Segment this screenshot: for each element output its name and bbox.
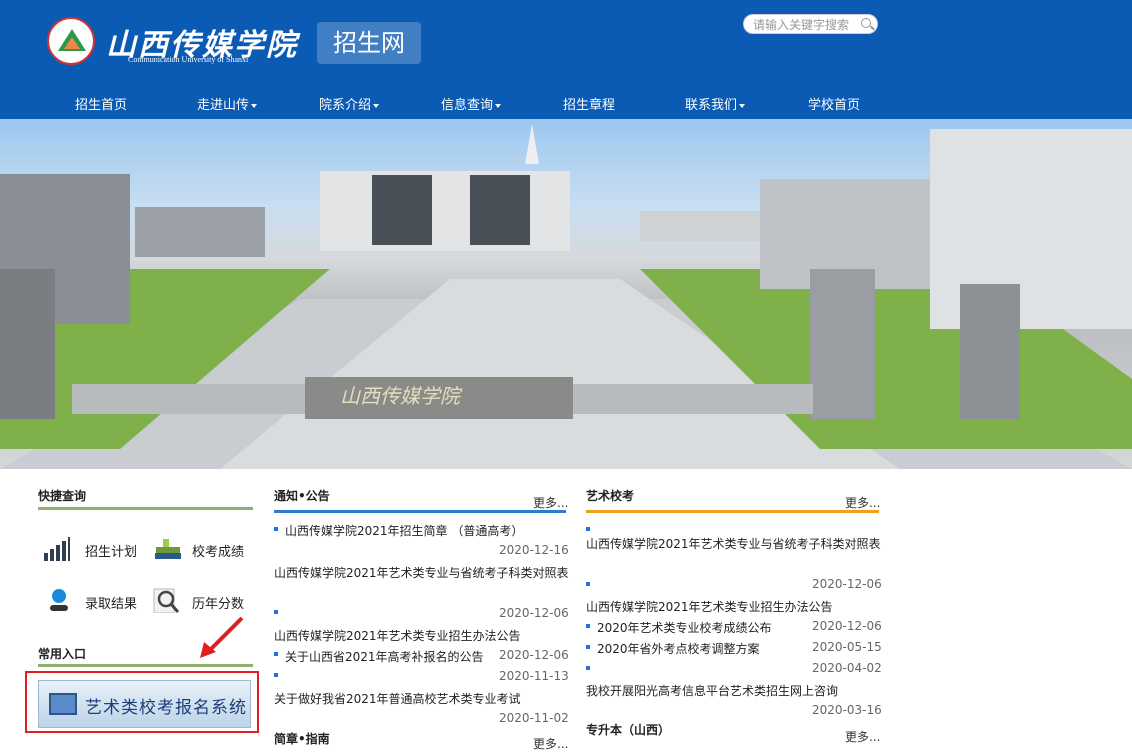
site-header: 山西传媒学院 Communication University of Shanx… <box>0 0 1132 119</box>
upgrade-title: 专升本（山西） <box>586 723 671 737</box>
art-date-3: 2020-05-15 <box>812 640 882 654</box>
art-date-4: 2020-04-02 <box>812 661 882 675</box>
nav-item-about[interactable]: 走进山传 <box>197 94 258 113</box>
bullet-icon <box>586 624 590 628</box>
books-icon[interactable] <box>153 535 181 561</box>
notice-date-6: 2020-11-02 <box>499 711 569 725</box>
guide-title: 简章•指南 <box>274 732 330 746</box>
art-more-link[interactable]: 更多... <box>845 494 880 511</box>
gate-sign: 山西传媒学院 <box>340 384 463 408</box>
art-item-1[interactable]: 山西传媒学院2021年艺术类专业与省统考子科类对照表 <box>586 535 881 552</box>
chevron-down-icon <box>373 103 380 108</box>
bullet-icon <box>586 645 590 649</box>
site-title: 招生网 <box>317 22 421 64</box>
common-entry-title: 常用入口 <box>38 647 87 661</box>
campus-photo: 山西传媒学院 <box>0 124 1132 469</box>
common-entry-underline <box>38 664 253 667</box>
notice-title: 通知•公告 <box>274 489 330 503</box>
art-exam-title: 艺术校考 <box>586 489 635 503</box>
arrow-annotation-icon <box>200 616 244 658</box>
upgrade-more-link[interactable]: 更多... <box>845 728 880 745</box>
notice-date-5: 2020-11-13 <box>499 669 569 683</box>
nav-item-departments[interactable]: 院系介绍 <box>319 94 380 113</box>
art-date-5: 2020-03-16 <box>812 703 882 717</box>
bullet-icon <box>586 582 590 586</box>
bar-chart-icon[interactable] <box>42 535 70 561</box>
highlight-frame <box>25 671 259 733</box>
nav-item-school-home[interactable]: 学校首页 <box>808 94 860 113</box>
notice-item-1[interactable]: 山西传媒学院2021年招生简章 （普通高考） <box>285 522 523 539</box>
nav-item-home[interactable]: 招生首页 <box>75 94 127 113</box>
nav-item-info[interactable]: 信息查询 <box>441 94 502 113</box>
art-underline <box>586 510 879 513</box>
quick-link-plan[interactable]: 招生计划 <box>85 541 137 560</box>
bullet-icon <box>274 673 278 677</box>
art-item-3[interactable]: 2020年艺术类专业校考成绩公布 <box>597 619 772 636</box>
guide-more-link[interactable]: 更多... <box>533 735 568 752</box>
nav-item-charter[interactable]: 招生章程 <box>563 94 615 113</box>
bullet-icon <box>586 666 590 670</box>
art-item-5[interactable]: 我校开展阳光高考信息平台艺术类招生网上咨询 <box>586 682 838 699</box>
notice-date-2: 2020-12-06 <box>499 606 569 620</box>
art-date-1: 2020-12-06 <box>812 577 882 591</box>
art-date-2: 2020-12-06 <box>812 619 882 633</box>
notice-underline <box>274 510 566 513</box>
notice-item-2[interactable]: 山西传媒学院2021年艺术类专业与省统考子科类对照表 <box>274 564 569 581</box>
user-icon[interactable] <box>46 587 74 613</box>
magnifier-icon[interactable] <box>152 587 180 613</box>
main-nav: 招生首页 走进山传 院系介绍 信息查询 招生章程 联系我们 学校首页 <box>0 88 1132 119</box>
bullet-icon <box>274 652 278 656</box>
quick-query-title: 快捷查询 <box>38 489 87 503</box>
art-item-4[interactable]: 2020年省外考点校考调整方案 <box>597 640 760 657</box>
quick-link-score[interactable]: 校考成绩 <box>192 541 244 560</box>
bullet-icon <box>274 527 278 531</box>
chevron-down-icon <box>495 103 502 108</box>
quick-query-underline <box>38 507 253 510</box>
quick-link-result[interactable]: 录取结果 <box>85 593 137 612</box>
notice-date-1: 2020-12-16 <box>499 543 569 557</box>
nav-item-contact[interactable]: 联系我们 <box>685 94 746 113</box>
quick-link-history[interactable]: 历年分数 <box>192 593 244 612</box>
chevron-down-icon <box>739 103 746 108</box>
chevron-down-icon <box>251 103 258 108</box>
school-logo-icon[interactable] <box>47 17 95 65</box>
art-item-2[interactable]: 山西传媒学院2021年艺术类专业招生办法公告 <box>586 598 833 615</box>
bullet-icon <box>274 610 278 614</box>
notice-item-4[interactable]: 关于山西省2021年高考补报名的公告 <box>285 648 484 665</box>
search-placeholder: 请输入关键字搜索 <box>753 18 850 32</box>
search-input[interactable]: 请输入关键字搜索 <box>743 14 878 34</box>
notice-item-6[interactable]: 关于做好我省2021年普通高校艺术类专业考试 <box>274 690 521 707</box>
notice-more-link[interactable]: 更多... <box>533 494 568 511</box>
bullet-icon <box>586 527 590 531</box>
notice-date-4: 2020-12-06 <box>499 648 569 662</box>
school-name-en: Communication University of Shanxi <box>128 55 249 64</box>
notice-item-3[interactable]: 山西传媒学院2021年艺术类专业招生办法公告 <box>274 627 521 644</box>
campus-banner: 山西传媒学院 <box>0 119 1132 469</box>
search-icon[interactable] <box>861 18 871 28</box>
